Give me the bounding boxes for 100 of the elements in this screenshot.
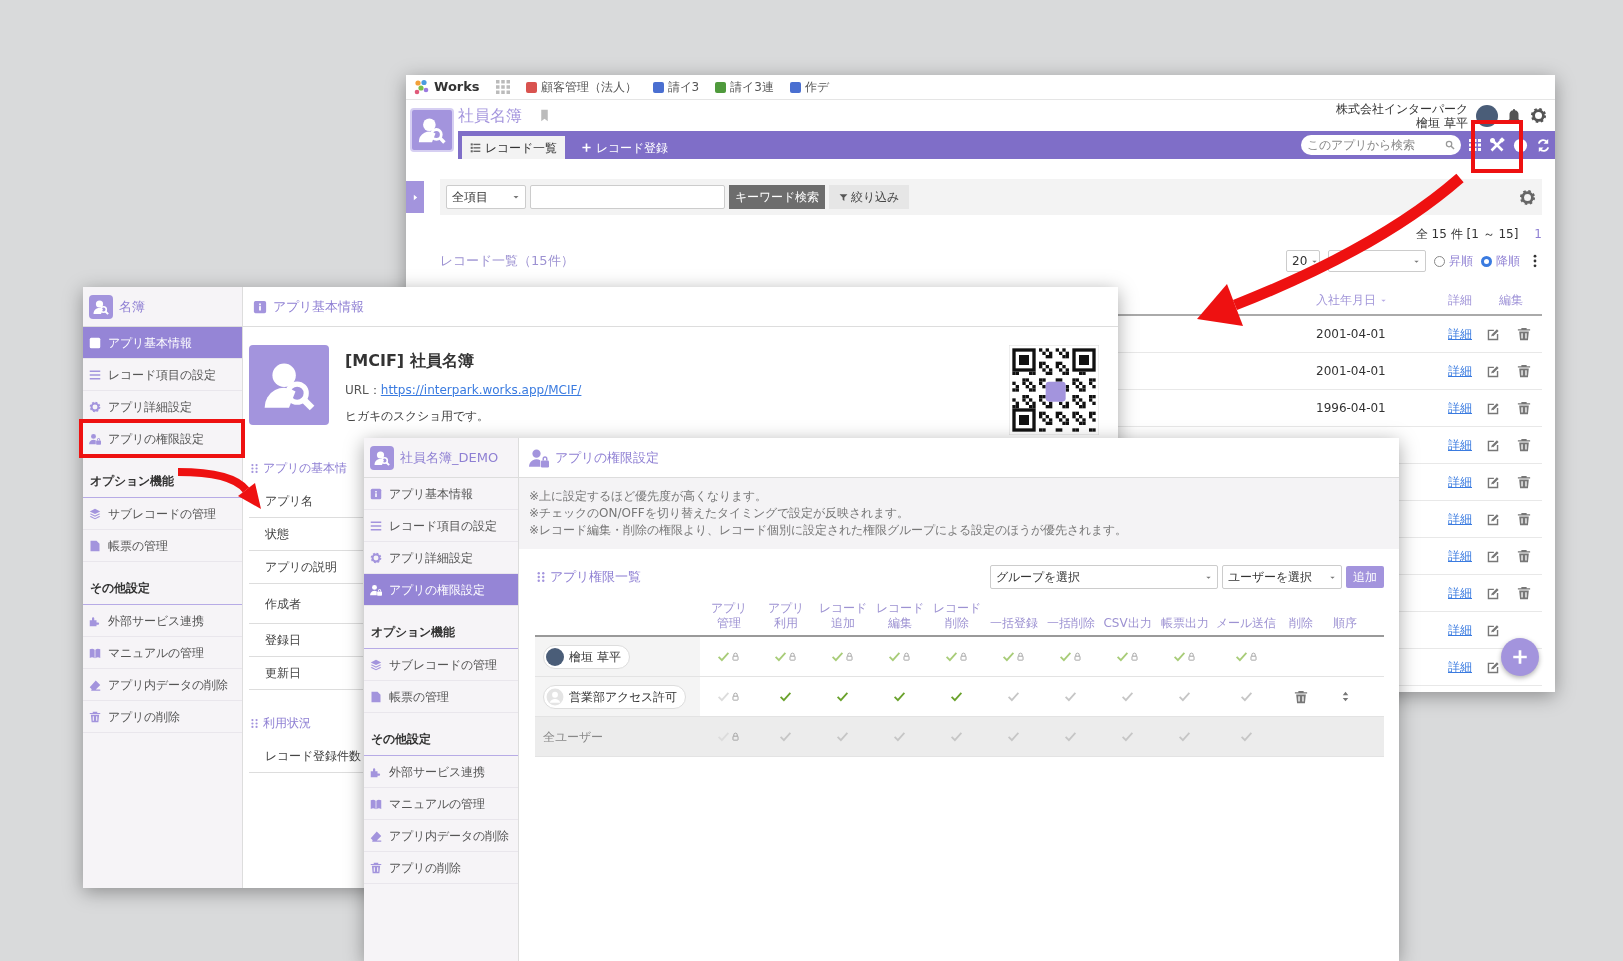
detail-link[interactable]: 詳細 xyxy=(1440,473,1480,491)
refresh-icon[interactable] xyxy=(1536,137,1551,153)
app-description: ヒガキのスクショ用です。 xyxy=(345,408,490,425)
trash-icon[interactable] xyxy=(1517,475,1531,489)
puzzle-icon xyxy=(89,614,101,627)
keyword-search-button[interactable]: キーワード検索 xyxy=(729,185,825,209)
detail-link[interactable]: 詳細 xyxy=(1440,510,1480,528)
app-shortcut-link[interactable]: 作デ xyxy=(789,78,829,96)
group-dropdown[interactable]: グループを選択 xyxy=(990,565,1218,589)
keyword-input[interactable] xyxy=(530,185,725,209)
sidebar-item[interactable]: アプリ基本情報 xyxy=(364,478,518,510)
url-link[interactable]: https://interpark.works.app/MCIF/ xyxy=(380,381,582,399)
sidebar-item[interactable]: アプリ詳細設定 xyxy=(83,391,242,423)
edit-icon[interactable] xyxy=(1486,327,1500,341)
check-icon[interactable] xyxy=(1178,730,1191,743)
check-icon[interactable] xyxy=(950,730,963,743)
radio-button[interactable] xyxy=(1481,255,1492,267)
detail-link[interactable]: 詳細 xyxy=(1440,584,1480,602)
app-shortcut-link[interactable]: 請イ3 xyxy=(652,78,700,96)
page-link[interactable]: 1 xyxy=(1534,225,1542,243)
check-icon[interactable] xyxy=(836,690,849,703)
edit-icon[interactable] xyxy=(1486,623,1500,637)
grid-icon[interactable] xyxy=(1469,139,1481,151)
trash-icon[interactable] xyxy=(1294,689,1308,704)
trash-icon[interactable] xyxy=(1517,512,1531,526)
detail-link[interactable]: 詳細 xyxy=(1440,399,1480,417)
sidebar-item[interactable]: アプリの権限設定 xyxy=(83,423,242,455)
filter-button[interactable]: 絞り込み xyxy=(829,185,909,209)
edit-icon[interactable] xyxy=(1486,512,1500,526)
trash-icon[interactable] xyxy=(1517,586,1531,600)
tools-icon[interactable] xyxy=(1489,137,1505,153)
sidebar-item[interactable]: アプリ内データの削除 xyxy=(83,669,242,701)
tab[interactable]: レコード登録 xyxy=(573,136,676,159)
check-icon[interactable] xyxy=(1007,730,1020,743)
user-chip[interactable]: 檜垣 草平 xyxy=(543,644,630,669)
edit-icon[interactable] xyxy=(1486,438,1500,452)
sidebar-item[interactable]: レコード項目の設定 xyxy=(364,510,518,542)
trash-icon[interactable] xyxy=(1517,549,1531,563)
radio-button[interactable] xyxy=(1434,255,1445,267)
check-icon[interactable] xyxy=(1178,690,1191,703)
trash-icon[interactable] xyxy=(1517,401,1531,415)
sidebar-toggle[interactable] xyxy=(406,181,424,213)
sidebar-item[interactable]: アプリの削除 xyxy=(364,852,518,884)
detail-link[interactable]: 詳細 xyxy=(1440,436,1480,454)
check-icon[interactable] xyxy=(779,690,792,703)
edit-icon[interactable] xyxy=(1486,401,1500,415)
edit-icon[interactable] xyxy=(1486,364,1500,378)
check-icon[interactable] xyxy=(893,690,906,703)
trash-icon[interactable] xyxy=(1517,438,1531,452)
section-title: 利用状況 xyxy=(263,715,311,732)
sidebar-item[interactable]: 帳票の管理 xyxy=(364,681,518,713)
trash-icon[interactable] xyxy=(1517,327,1531,341)
check-icon[interactable] xyxy=(1007,690,1020,703)
check-icon[interactable] xyxy=(1064,730,1077,743)
check-icon[interactable] xyxy=(779,730,792,743)
settings-icon[interactable] xyxy=(1519,188,1536,206)
settings-icon[interactable] xyxy=(1530,107,1547,124)
check-icon[interactable] xyxy=(1121,690,1134,703)
user-dropdown[interactable]: ユーザーを選択 xyxy=(1222,565,1342,589)
column-header: 削除 xyxy=(1288,616,1314,631)
search-field[interactable]: このアプリから検索 xyxy=(1301,135,1461,155)
trash-icon[interactable] xyxy=(1517,364,1531,378)
sidebar-item[interactable]: サブレコードの管理 xyxy=(364,649,518,681)
sidebar-item[interactable]: 外部サービス連携 xyxy=(83,605,242,637)
sidebar-item[interactable]: 外部サービス連携 xyxy=(364,756,518,788)
check-icon[interactable] xyxy=(893,730,906,743)
sidebar-item[interactable]: アプリ内データの削除 xyxy=(364,820,518,852)
edit-icon[interactable] xyxy=(1486,475,1500,489)
sidebar-item[interactable]: サブレコードの管理 xyxy=(83,498,242,530)
detail-link[interactable]: 詳細 xyxy=(1440,621,1480,639)
edit-icon[interactable] xyxy=(1486,549,1500,563)
detail-link[interactable]: 詳細 xyxy=(1440,362,1480,380)
sidebar-item[interactable]: マニュアルの管理 xyxy=(364,788,518,820)
column-header: レコード追加 xyxy=(817,601,868,631)
check-icon[interactable] xyxy=(1121,730,1134,743)
check-icon[interactable] xyxy=(950,690,963,703)
sidebar-item[interactable]: マニュアルの管理 xyxy=(83,637,242,669)
detail-link[interactable]: 詳細 xyxy=(1440,658,1480,676)
app-full-title: [MCIF] 社員名簿 xyxy=(345,350,475,372)
check-icon[interactable] xyxy=(1239,690,1253,703)
edit-icon[interactable] xyxy=(1486,586,1500,600)
sidebar-item[interactable]: レコード項目の設定 xyxy=(83,359,242,391)
document-icon xyxy=(370,690,382,703)
detail-link[interactable]: 詳細 xyxy=(1440,547,1480,565)
group-chip[interactable]: 営業部アクセス許可 xyxy=(543,684,686,709)
detail-link[interactable]: 詳細 xyxy=(1440,325,1480,343)
edit-icon[interactable] xyxy=(1486,660,1500,674)
book-icon xyxy=(89,646,101,659)
add-button[interactable] xyxy=(1501,638,1539,676)
sidebar-heading: その他設定 xyxy=(90,580,150,597)
sidebar-item[interactable]: アプリの削除 xyxy=(83,701,242,733)
sidebar-item[interactable]: 帳票の管理 xyxy=(83,530,242,562)
check-icon[interactable] xyxy=(836,730,849,743)
check-icon[interactable] xyxy=(1239,730,1253,743)
check-icon[interactable] xyxy=(1064,690,1077,703)
app-shortcut-link[interactable]: 請イ3連 xyxy=(715,78,774,96)
drag-handle-icon xyxy=(535,571,547,583)
tab[interactable]: レコード一覧 xyxy=(462,136,565,159)
app-shortcut-link[interactable]: 顧客管理（法人） xyxy=(525,78,637,96)
field-dropdown[interactable]: 全項目 xyxy=(446,185,526,209)
